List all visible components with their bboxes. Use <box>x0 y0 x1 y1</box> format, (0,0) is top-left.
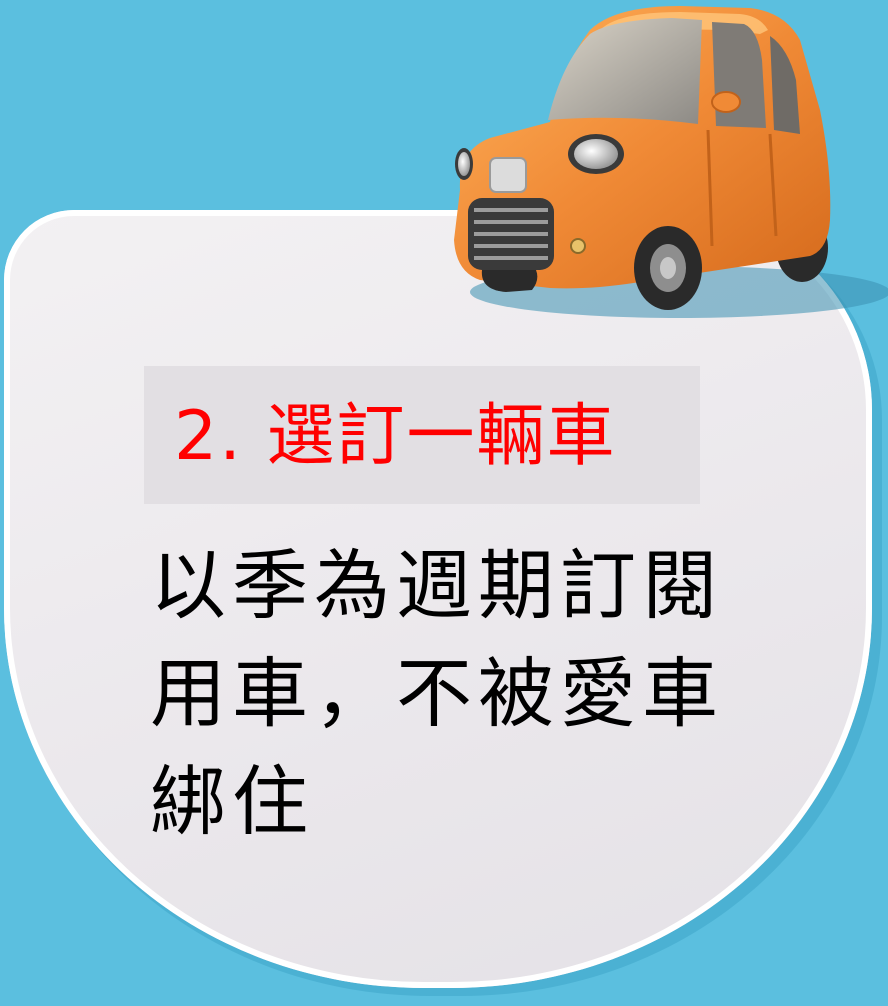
body-text: 以季為週期訂閱用車，不被愛車綁住 <box>150 541 724 846</box>
car-icon <box>454 6 888 318</box>
heading: 2. 選訂一輛車 <box>174 397 617 476</box>
